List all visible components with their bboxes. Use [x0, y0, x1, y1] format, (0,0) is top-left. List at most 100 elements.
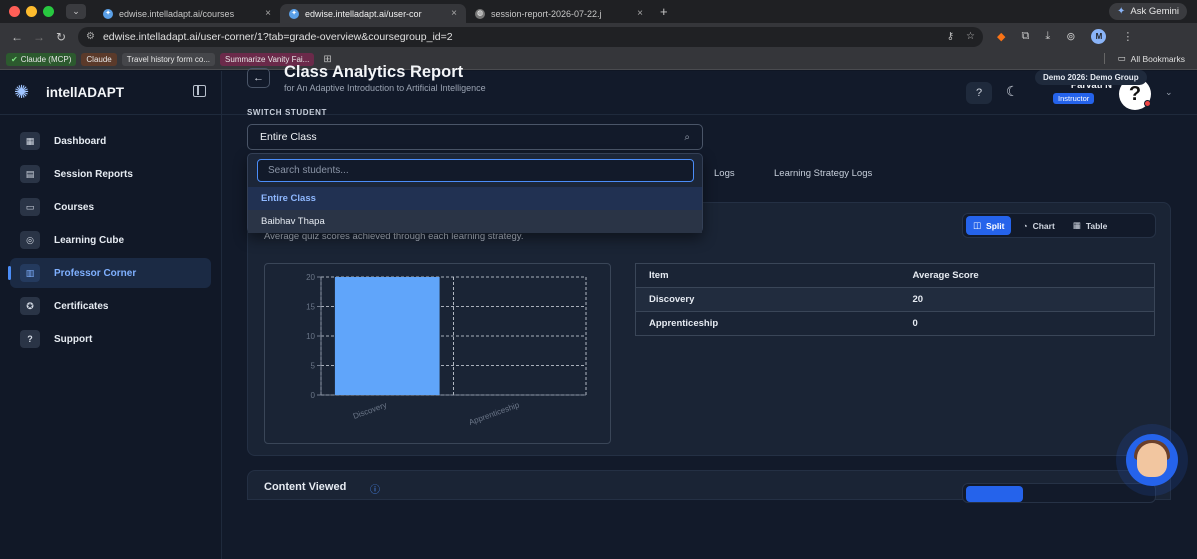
tab-title: edwise.intelladapt.ai/user-cor — [305, 8, 422, 19]
browser-tab-courses[interactable]: ✦ edwise.intelladapt.ai/courses × — [94, 4, 280, 23]
student-select[interactable]: Entire Class ⌕ — [247, 124, 703, 150]
sidebar-item-label: Certificates — [54, 300, 109, 312]
professor-corner-icon: ▥ — [20, 264, 40, 282]
tab-group-icon[interactable]: ⊚ — [1066, 30, 1075, 43]
table-row: Discovery 20 — [635, 287, 1155, 312]
content-viewed-title: Content Viewed — [264, 481, 347, 493]
chart-label: Chart — [1032, 220, 1055, 231]
browser-toolbar: ← → ↻ ⚙ edwise.intelladapt.ai/user-corne… — [0, 23, 1197, 50]
learning-cube-icon: ◎ — [20, 231, 40, 249]
content-viewed-view-toggle[interactable] — [962, 483, 1156, 503]
brand-name: intellADAPT — [46, 85, 125, 100]
ask-gemini-label: Ask Gemini — [1130, 6, 1179, 17]
bookmark-travel-history[interactable]: Travel history form co... — [121, 53, 216, 66]
courses-icon: ▭ — [20, 198, 40, 216]
search-students-input[interactable] — [257, 159, 694, 182]
split-view-button[interactable]: ◫ Split — [966, 216, 1012, 235]
dropdown-option-student[interactable]: Baibhav Thapa — [248, 210, 702, 233]
selected-student-value: Entire Class — [260, 131, 317, 143]
assistant-face-icon — [1137, 443, 1167, 477]
y-tick-label: 0 — [311, 391, 316, 400]
browser-tab-user-corner[interactable]: ✦ edwise.intelladapt.ai/user-cor × — [280, 4, 466, 23]
ask-gemini-button[interactable]: ✦ Ask Gemini — [1109, 3, 1187, 20]
kebab-menu-icon[interactable]: ⋮ — [1122, 30, 1133, 43]
dropdown-option-entire-class[interactable]: Entire Class — [248, 187, 702, 210]
back-arrow-icon[interactable]: ← — [6, 30, 28, 44]
site-settings-icon[interactable]: ⚙ — [86, 31, 95, 42]
all-bookmarks-button[interactable]: ▭ All Bookmarks — [1103, 53, 1185, 64]
sidebar-item-dashboard[interactable]: ▦ Dashboard — [10, 126, 211, 156]
y-tick-label: 5 — [311, 362, 316, 371]
sidebar-collapse-icon[interactable] — [193, 85, 206, 97]
info-icon[interactable]: ⓘ — [370, 481, 380, 496]
address-bar[interactable]: ⚙ edwise.intelladapt.ai/user-corner/1?ta… — [78, 26, 983, 47]
all-bookmarks-label: All Bookmarks — [1130, 53, 1185, 64]
toolbar-extension-icons: ◆ ⧉ ⤓ ⊚ M ⋮ — [997, 29, 1133, 44]
sidebar-item-support[interactable]: ? Support — [10, 324, 211, 354]
new-tab-plus-icon[interactable]: + — [660, 4, 668, 19]
tab-title: session-report-2026-07-22.j — [491, 8, 602, 19]
y-tick-label: 15 — [306, 303, 315, 312]
brand-header: ✺ intellADAPT — [0, 71, 221, 115]
extension-fox-icon[interactable]: ◆ — [997, 30, 1005, 43]
bookmark-claude-mcp[interactable]: ✔ Claude (MCP) — [6, 53, 77, 66]
tab-search-chevron-icon[interactable]: ⌄ — [66, 4, 86, 19]
sidebar-item-courses[interactable]: ▭ Courses — [10, 192, 211, 222]
minimize-window-button[interactable] — [26, 6, 37, 17]
intelladapt-logo-icon: ✺ — [14, 82, 30, 102]
chevron-down-icon[interactable]: ⌄ — [1165, 87, 1173, 98]
table-cell-score: 20 — [899, 287, 1155, 312]
sidebar-item-session-reports[interactable]: ▤ Session Reports — [10, 159, 211, 189]
maximize-window-button[interactable] — [43, 6, 54, 17]
sidebar-item-label: Support — [54, 333, 93, 345]
course-group-badge: Demo 2026: Demo Group — [1035, 70, 1147, 85]
sidebar-item-label: Dashboard — [54, 135, 107, 147]
table-view-button[interactable]: ▦ Table — [1066, 216, 1115, 235]
back-button[interactable]: ← — [247, 68, 270, 88]
sidebar-item-professor-corner[interactable]: ▥ Professor Corner — [8, 258, 211, 288]
y-tick-label: 20 — [306, 273, 315, 282]
sidebar-item-label: Learning Cube — [54, 234, 125, 246]
table-label: Table — [1085, 220, 1108, 231]
bookmark-star-icon[interactable]: ☆ — [966, 31, 975, 42]
close-tab-icon[interactable]: × — [265, 8, 271, 19]
status-dot — [1144, 100, 1151, 107]
folder-icon: ▭ — [1117, 53, 1126, 63]
view-toggle: ◫ Split ◔ Chart ▦ Table — [962, 213, 1156, 238]
tab-learning-strategy-logs[interactable]: Learning Strategy Logs — [774, 168, 872, 179]
close-tab-icon[interactable]: × — [637, 8, 643, 19]
assistant-avatar-button[interactable] — [1126, 434, 1178, 486]
sidebar-item-label: Courses — [54, 201, 95, 213]
profile-avatar-icon[interactable]: M — [1091, 29, 1107, 44]
help-icon[interactable]: ? — [966, 82, 992, 104]
chart-view-button[interactable]: ◔ Chart — [1015, 216, 1061, 235]
sidebar-item-label: Professor Corner — [54, 267, 137, 279]
password-key-icon[interactable]: ⚷ — [947, 31, 954, 42]
bookmark-claude[interactable]: Claude — [81, 53, 117, 66]
pie-chart-icon: ◔ — [1022, 220, 1028, 231]
tab-logs[interactable]: Logs — [714, 168, 735, 179]
scores-table: Item Average Score Discovery 20 Apprenti… — [635, 263, 1155, 336]
sidebar-item-certificates[interactable]: ✪ Certificates — [10, 291, 211, 321]
url-text[interactable]: edwise.intelladapt.ai/user-corner/1?tab=… — [103, 31, 935, 43]
table-header-row: Item Average Score — [635, 263, 1155, 288]
extensions-puzzle-icon[interactable]: ⧉ — [1021, 30, 1029, 43]
x-tick-label: Discovery — [352, 400, 388, 420]
reload-icon[interactable]: ↻ — [50, 30, 72, 44]
intelladapt-favicon-icon: ✦ — [103, 8, 113, 19]
download-icon[interactable]: ⤓ — [1045, 30, 1050, 43]
search-icon: ⌕ — [684, 131, 690, 143]
window-controls — [9, 6, 54, 17]
sidebar-item-learning-cube[interactable]: ◎ Learning Cube — [10, 225, 211, 255]
sidebar: ✺ intellADAPT ▦ Dashboard ▤ Session Repo… — [0, 71, 222, 559]
browser-tab-session-report[interactable]: ◍ session-report-2026-07-22.j × — [466, 4, 652, 23]
browser-tab-strip: ⌄ ✦ edwise.intelladapt.ai/courses × ✦ ed… — [0, 0, 1197, 23]
forward-arrow-icon[interactable]: → — [28, 30, 50, 44]
close-tab-icon[interactable]: × — [451, 8, 457, 19]
check-icon: ✔ — [11, 55, 18, 64]
dark-mode-moon-icon[interactable]: ☾ — [1006, 83, 1019, 100]
page-title: Class Analytics Report — [284, 63, 464, 81]
learning-strategy-card: Average quiz scores achieved through eac… — [247, 202, 1171, 456]
close-window-button[interactable] — [9, 6, 20, 17]
bookmark-label: Claude — [86, 55, 112, 64]
